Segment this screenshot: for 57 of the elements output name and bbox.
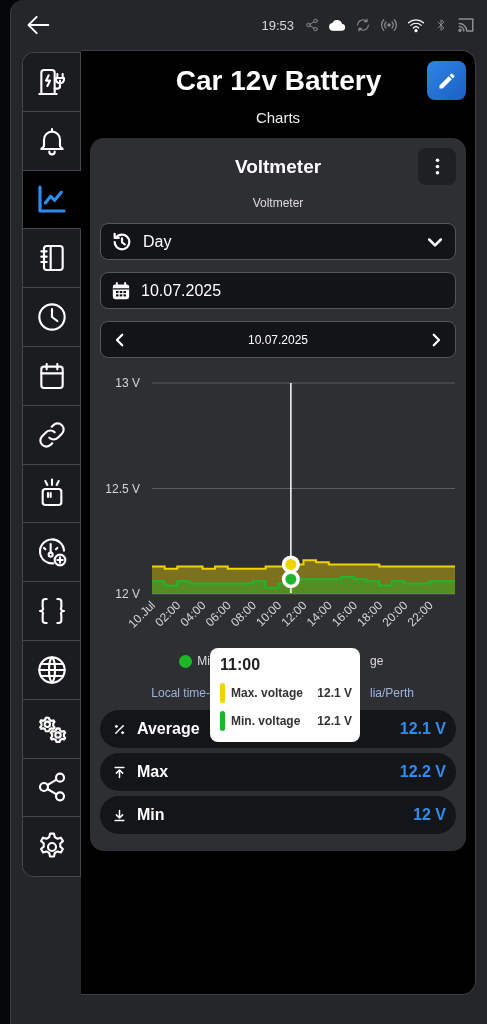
- tooltip-label: Min. voltage: [231, 714, 301, 728]
- history-icon: [111, 230, 133, 253]
- date-label: 10.07.2025: [247, 332, 309, 347]
- sidebar-tab[interactable]: [23, 229, 81, 289]
- broadcast-icon: [380, 16, 398, 34]
- sidebar-tab[interactable]: [23, 582, 81, 641]
- more-button[interactable]: [418, 148, 456, 185]
- tooltip-value: 12.1 V: [317, 714, 352, 728]
- date-field[interactable]: 10.07.2025: [100, 272, 456, 309]
- legend-label: Mi: [197, 654, 210, 668]
- tooltip-title: 11:00: [220, 656, 262, 674]
- card-subtitle: Voltmeter: [251, 196, 305, 210]
- clock-icon: [35, 301, 68, 334]
- stat-value: 12.1 V: [399, 720, 446, 738]
- status-time: 19:53: [261, 17, 294, 33]
- page-subtitle: Charts: [254, 109, 302, 126]
- sync-icon: [355, 17, 371, 33]
- period-select[interactable]: Day: [100, 223, 456, 260]
- tooltip-label: Max. voltage: [231, 686, 304, 700]
- edit-button[interactable]: [427, 61, 466, 100]
- card-title: Voltmeter: [234, 155, 322, 178]
- stat-value: 12.2 V: [399, 763, 446, 781]
- globe-icon: [35, 653, 68, 686]
- legend-label: ge: [370, 654, 384, 668]
- sidebar-tab[interactable]: [23, 817, 81, 877]
- arrow-down-to-line-icon: [112, 807, 127, 823]
- cast-icon: [457, 16, 475, 34]
- stat-label: Min: [137, 806, 165, 824]
- line-chart-icon: [35, 183, 68, 216]
- timezone-text: lia/Perth: [370, 686, 415, 700]
- stat-label: Average: [137, 720, 200, 738]
- sidebar-tab[interactable]: [23, 699, 81, 759]
- hover-marker: [281, 555, 300, 574]
- sidebar-tab[interactable]: [23, 523, 81, 583]
- calendar-icon: [111, 280, 131, 301]
- share-icon: [305, 18, 319, 32]
- tooltip-value: 12.1 V: [317, 686, 352, 700]
- y-axis-label: 12.5 V: [105, 481, 140, 496]
- hover-marker: [281, 570, 300, 589]
- sidebar-tab[interactable]: [23, 170, 81, 230]
- page-title: Car 12v Battery: [175, 64, 382, 97]
- arrow-up-to-line-icon: [112, 764, 127, 780]
- sidebar-tab[interactable]: [23, 288, 81, 347]
- stat-label: Max: [137, 763, 169, 781]
- wifi-icon: [407, 16, 425, 34]
- timezone-text: Local time-: [151, 686, 210, 700]
- more-icon: [434, 158, 440, 175]
- sidebar-tab[interactable]: [23, 758, 81, 818]
- y-axis-label: 13 V: [115, 376, 140, 390]
- stat-value: 12 V: [413, 806, 446, 824]
- sidebar-tab[interactable]: [23, 111, 81, 171]
- sidebar-tab[interactable]: [23, 464, 81, 524]
- sidebar-tab[interactable]: [23, 53, 81, 112]
- sidebar-tab[interactable]: [23, 640, 81, 700]
- sidebar-tab[interactable]: [23, 347, 81, 406]
- sidebar-tab[interactable]: [23, 405, 81, 465]
- y-axis-label: 12 V: [115, 587, 140, 601]
